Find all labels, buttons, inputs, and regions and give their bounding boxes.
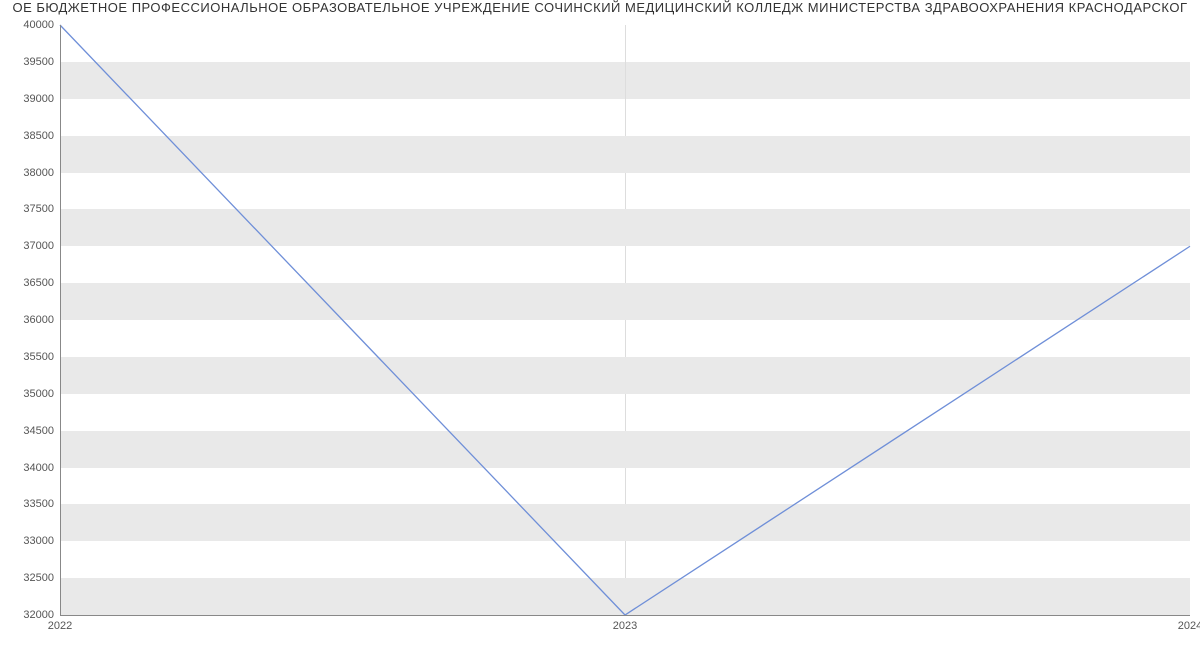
y-tick-label: 38500 xyxy=(4,130,54,142)
y-axis-line xyxy=(60,25,61,615)
y-tick-label: 37500 xyxy=(4,203,54,215)
y-tick-label: 32000 xyxy=(4,609,54,621)
chart-container: ОЕ БЮДЖЕТНОЕ ПРОФЕССИОНАЛЬНОЕ ОБРАЗОВАТЕ… xyxy=(0,0,1200,650)
y-tick-label: 40000 xyxy=(4,19,54,31)
y-tick-label: 34000 xyxy=(4,462,54,474)
y-tick-label: 39000 xyxy=(4,93,54,105)
y-tick-label: 36000 xyxy=(4,314,54,326)
y-tick-label: 35500 xyxy=(4,351,54,363)
y-tick-label: 32500 xyxy=(4,572,54,584)
x-tick-label: 2023 xyxy=(613,620,637,632)
y-tick-label: 35000 xyxy=(4,388,54,400)
y-tick-label: 33000 xyxy=(4,535,54,547)
plot-area xyxy=(60,25,1190,615)
y-tick-label: 38000 xyxy=(4,167,54,179)
y-tick-label: 37000 xyxy=(4,240,54,252)
y-tick-label: 36500 xyxy=(4,277,54,289)
x-axis-line xyxy=(60,615,1190,616)
line-series xyxy=(60,25,1190,615)
chart-title: ОЕ БЮДЖЕТНОЕ ПРОФЕССИОНАЛЬНОЕ ОБРАЗОВАТЕ… xyxy=(0,0,1200,15)
y-tick-label: 34500 xyxy=(4,425,54,437)
y-tick-label: 39500 xyxy=(4,56,54,68)
y-tick-label: 33500 xyxy=(4,498,54,510)
x-tick-label: 2022 xyxy=(48,620,72,632)
x-tick-label: 2024 xyxy=(1178,620,1200,632)
